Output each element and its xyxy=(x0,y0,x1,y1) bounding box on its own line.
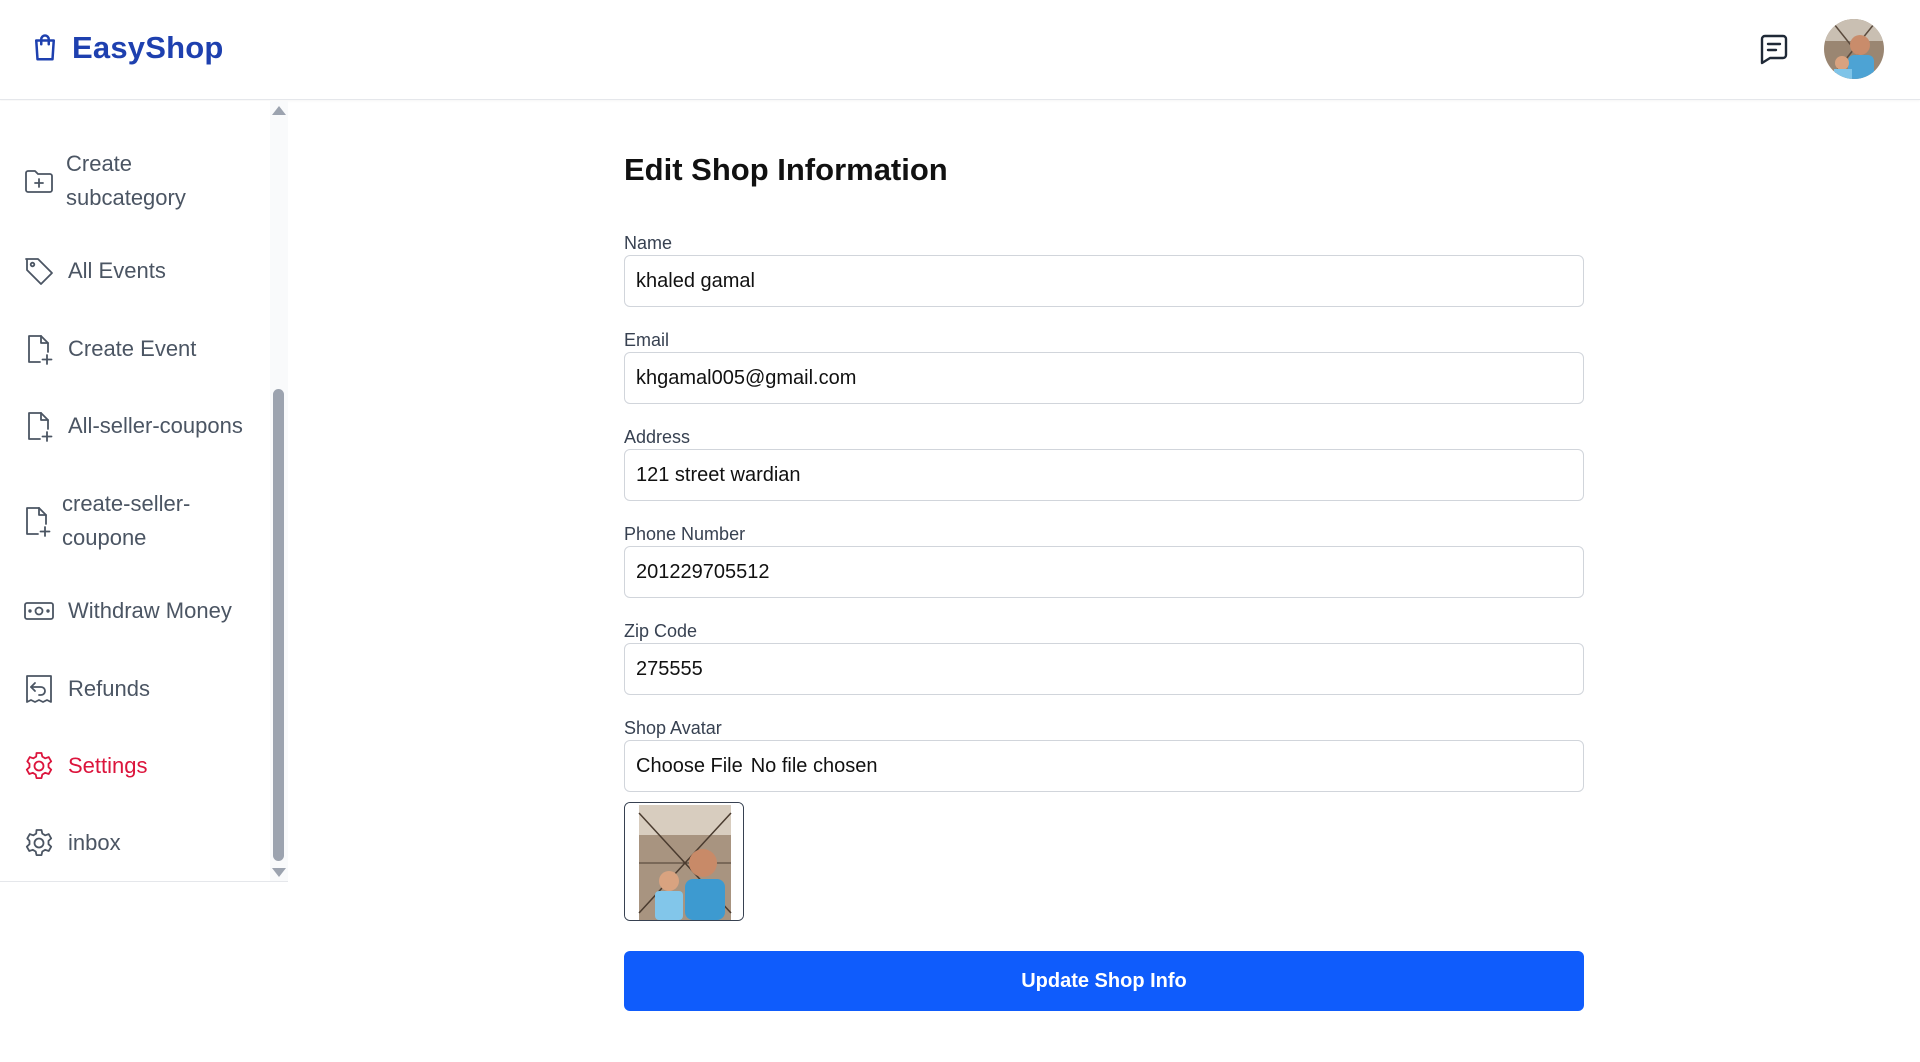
file-plus-icon xyxy=(22,332,56,366)
email-label: Email xyxy=(624,330,670,350)
sidebar-scrollbar-thumb[interactable] xyxy=(273,389,284,861)
zip-label: Zip Code xyxy=(624,621,698,641)
address-input[interactable] xyxy=(624,449,1584,501)
email-input[interactable] xyxy=(624,352,1584,404)
folder-plus-icon xyxy=(22,164,56,198)
name-input[interactable] xyxy=(624,255,1584,307)
sidebar-item-all-events[interactable]: All Events xyxy=(0,251,268,291)
shop-avatar-file-input[interactable]: Choose File No file chosen xyxy=(624,740,1584,792)
address-label: Address xyxy=(624,427,691,447)
file-status: No file chosen xyxy=(750,754,878,777)
phone-input[interactable] xyxy=(624,546,1584,598)
sidebar-item-label: create-seller-coupone xyxy=(62,491,191,550)
user-avatar[interactable] xyxy=(1824,19,1884,79)
sidebar-item-label: Refunds xyxy=(68,676,150,701)
file-plus-icon xyxy=(20,504,54,538)
gear-icon xyxy=(22,826,56,860)
sidebar-item-create-event[interactable]: Create Event xyxy=(0,329,268,369)
sidebar-item-inbox[interactable]: inbox xyxy=(0,823,268,863)
sidebar-item-create-subcategory[interactable]: Create subcategory xyxy=(0,143,268,219)
top-header: EasyShop xyxy=(0,0,1920,100)
zip-input[interactable] xyxy=(624,643,1584,695)
sidebar-item-withdraw-money[interactable]: Withdraw Money xyxy=(0,591,268,631)
money-icon xyxy=(22,594,56,628)
scroll-down-arrow-icon[interactable] xyxy=(272,868,286,877)
receipt-refund-icon xyxy=(22,672,56,706)
sidebar-item-label: Withdraw Money xyxy=(68,598,232,623)
sidebar-item-label: All-seller-coupons xyxy=(68,413,243,438)
gear-icon xyxy=(22,749,56,783)
sidebar-item-all-seller-coupons[interactable]: All-seller-coupons xyxy=(0,406,268,446)
brand-logo[interactable]: EasyShop xyxy=(30,30,223,66)
message-icon[interactable] xyxy=(1756,31,1792,67)
sidebar-item-label: All Events xyxy=(68,258,166,283)
page-title: Edit Shop Information xyxy=(624,152,948,187)
update-shop-info-button[interactable]: Update Shop Info xyxy=(624,951,1584,1011)
scroll-up-arrow-icon[interactable] xyxy=(272,106,286,115)
tag-icon xyxy=(22,254,56,288)
name-label: Name xyxy=(624,233,673,253)
sidebar-item-label: Settings xyxy=(68,753,148,778)
sidebar-item-create-seller-coupone[interactable]: create-seller-coupone xyxy=(0,483,268,559)
sidebar-item-refunds[interactable]: Refunds xyxy=(0,669,268,709)
phone-label: Phone Number xyxy=(624,524,746,544)
sidebar-item-label: inbox xyxy=(68,830,121,855)
sidebar: Create subcategory All Events Create Eve… xyxy=(0,101,288,882)
sidebar-item-label: Create Event xyxy=(68,336,197,361)
shopping-bag-icon xyxy=(35,34,55,61)
shop-avatar-preview xyxy=(624,802,744,921)
sidebar-item-label: Create subcategory xyxy=(66,151,186,210)
file-plus-icon xyxy=(22,409,56,443)
brand-name: EasyShop xyxy=(72,30,224,65)
sidebar-item-settings[interactable]: Settings xyxy=(0,746,268,786)
choose-file-button[interactable]: Choose File xyxy=(636,755,743,778)
shop-avatar-label: Shop Avatar xyxy=(624,718,722,738)
